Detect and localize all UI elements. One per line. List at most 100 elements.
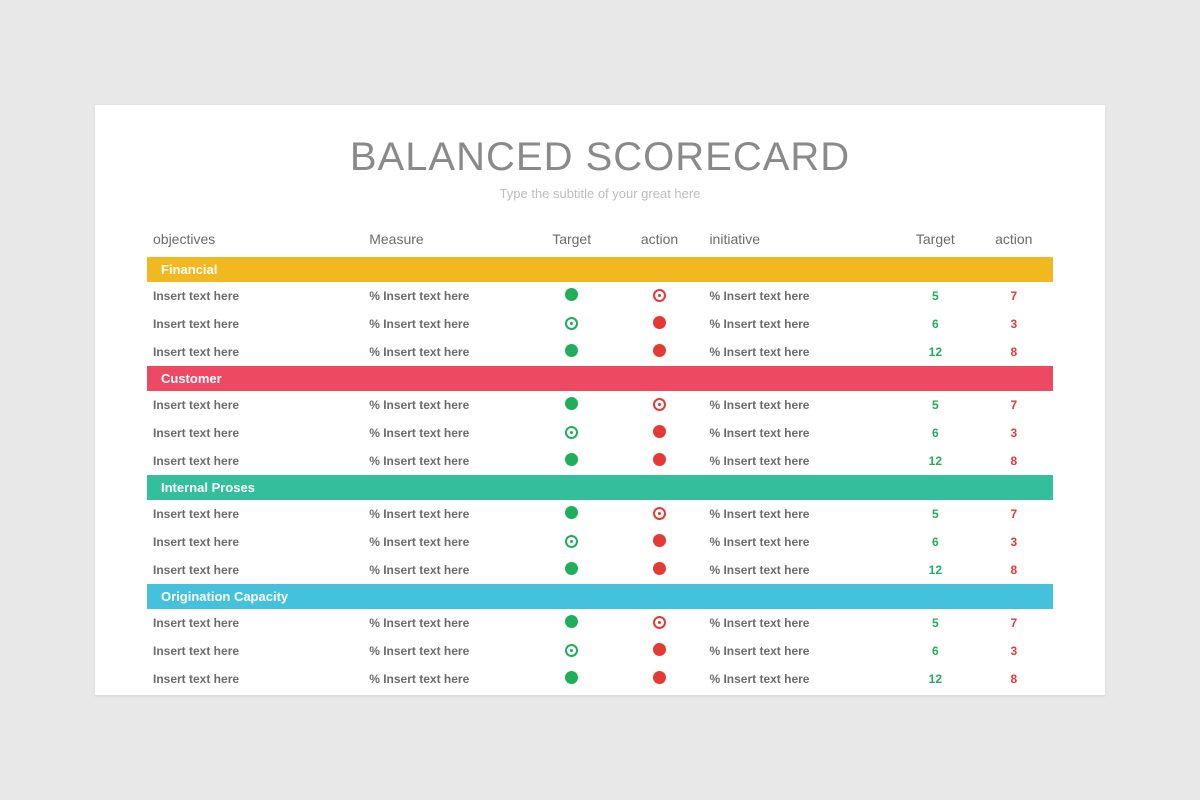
status-dot-icon (653, 534, 666, 547)
status-dot-icon (565, 453, 578, 466)
cell-action-indicator (616, 637, 704, 665)
cell-objective: Insert text here (147, 637, 363, 665)
cell-initiative: % Insert text here (703, 665, 896, 693)
table-row: Insert text here% Insert text here% Inse… (147, 310, 1053, 338)
table-row: Insert text here% Insert text here% Inse… (147, 447, 1053, 475)
section-header: Customer (147, 366, 1053, 391)
status-ring-icon (655, 618, 664, 627)
cell-measure: % Insert text here (363, 338, 527, 366)
cell-target-indicator (528, 310, 616, 338)
cell-target-indicator (528, 609, 616, 637)
status-dot-icon (653, 562, 666, 575)
cell-target-indicator (528, 637, 616, 665)
table-row: Insert text here% Insert text here% Inse… (147, 609, 1053, 637)
cell-initiative: % Insert text here (703, 419, 896, 447)
cell-target-value: 5 (896, 391, 974, 419)
cell-initiative: % Insert text here (703, 447, 896, 475)
cell-target-indicator (528, 500, 616, 528)
cell-target-value: 12 (896, 447, 974, 475)
status-dot-icon (653, 316, 666, 329)
table-row: Insert text here% Insert text here% Inse… (147, 556, 1053, 584)
cell-action-indicator (616, 282, 704, 310)
cell-action-indicator (616, 338, 704, 366)
cell-objective: Insert text here (147, 528, 363, 556)
cell-action-value: 7 (975, 609, 1053, 637)
cell-measure: % Insert text here (363, 447, 527, 475)
cell-action-value: 8 (975, 556, 1053, 584)
cell-action-indicator (616, 310, 704, 338)
cell-target-indicator (528, 282, 616, 310)
table-row: Insert text here% Insert text here% Inse… (147, 637, 1053, 665)
cell-target-value: 6 (896, 637, 974, 665)
header-row: objectives Measure Target action initiat… (147, 223, 1053, 257)
cell-action-value: 3 (975, 528, 1053, 556)
cell-initiative: % Insert text here (703, 556, 896, 584)
col-objectives: objectives (147, 223, 363, 257)
status-dot-icon (565, 562, 578, 575)
cell-measure: % Insert text here (363, 391, 527, 419)
status-dot-icon (565, 344, 578, 357)
status-dot-icon (565, 671, 578, 684)
cell-target-value: 5 (896, 609, 974, 637)
cell-action-indicator (616, 665, 704, 693)
status-dot-icon (653, 643, 666, 656)
cell-objective: Insert text here (147, 391, 363, 419)
section-header: Internal Proses (147, 475, 1053, 500)
cell-initiative: % Insert text here (703, 500, 896, 528)
cell-action-value: 8 (975, 447, 1053, 475)
cell-target-indicator (528, 391, 616, 419)
table-row: Insert text here% Insert text here% Inse… (147, 338, 1053, 366)
cell-action-indicator (616, 609, 704, 637)
status-dot-icon (565, 506, 578, 519)
cell-measure: % Insert text here (363, 282, 527, 310)
status-dot-icon (565, 615, 578, 628)
slide: BALANCED SCORECARD Type the subtitle of … (95, 105, 1105, 695)
cell-target-indicator (528, 338, 616, 366)
cell-action-value: 7 (975, 500, 1053, 528)
cell-initiative: % Insert text here (703, 391, 896, 419)
cell-action-value: 7 (975, 391, 1053, 419)
table-row: Insert text here% Insert text here% Inse… (147, 528, 1053, 556)
cell-target-value: 5 (896, 282, 974, 310)
cell-target-indicator (528, 528, 616, 556)
cell-objective: Insert text here (147, 447, 363, 475)
scorecard-table: objectives Measure Target action initiat… (147, 223, 1053, 693)
status-ring-icon (567, 428, 576, 437)
cell-objective: Insert text here (147, 609, 363, 637)
cell-objective: Insert text here (147, 556, 363, 584)
cell-target-indicator (528, 447, 616, 475)
cell-objective: Insert text here (147, 665, 363, 693)
section-label: Financial (147, 257, 363, 282)
section-header: Origination Capacity (147, 584, 1053, 609)
status-ring-icon (655, 291, 664, 300)
cell-objective: Insert text here (147, 310, 363, 338)
col-initiative: initiative (703, 223, 896, 257)
section-label: Customer (147, 366, 363, 391)
table-row: Insert text here% Insert text here% Inse… (147, 282, 1053, 310)
cell-measure: % Insert text here (363, 528, 527, 556)
status-dot-icon (653, 453, 666, 466)
cell-action-indicator (616, 528, 704, 556)
cell-action-value: 8 (975, 338, 1053, 366)
cell-measure: % Insert text here (363, 665, 527, 693)
cell-target-value: 5 (896, 500, 974, 528)
status-ring-icon (567, 646, 576, 655)
cell-action-indicator (616, 391, 704, 419)
table-row: Insert text here% Insert text here% Inse… (147, 500, 1053, 528)
cell-initiative: % Insert text here (703, 637, 896, 665)
cell-measure: % Insert text here (363, 419, 527, 447)
col-action-2: action (975, 223, 1053, 257)
cell-measure: % Insert text here (363, 556, 527, 584)
cell-measure: % Insert text here (363, 310, 527, 338)
cell-action-indicator (616, 447, 704, 475)
cell-measure: % Insert text here (363, 500, 527, 528)
table-row: Insert text here% Insert text here% Inse… (147, 419, 1053, 447)
cell-target-value: 12 (896, 338, 974, 366)
status-dot-icon (565, 397, 578, 410)
table-row: Insert text here% Insert text here% Inse… (147, 665, 1053, 693)
cell-measure: % Insert text here (363, 637, 527, 665)
cell-target-indicator (528, 665, 616, 693)
cell-action-indicator (616, 500, 704, 528)
table-row: Insert text here% Insert text here% Inse… (147, 391, 1053, 419)
col-target-1: Target (528, 223, 616, 257)
